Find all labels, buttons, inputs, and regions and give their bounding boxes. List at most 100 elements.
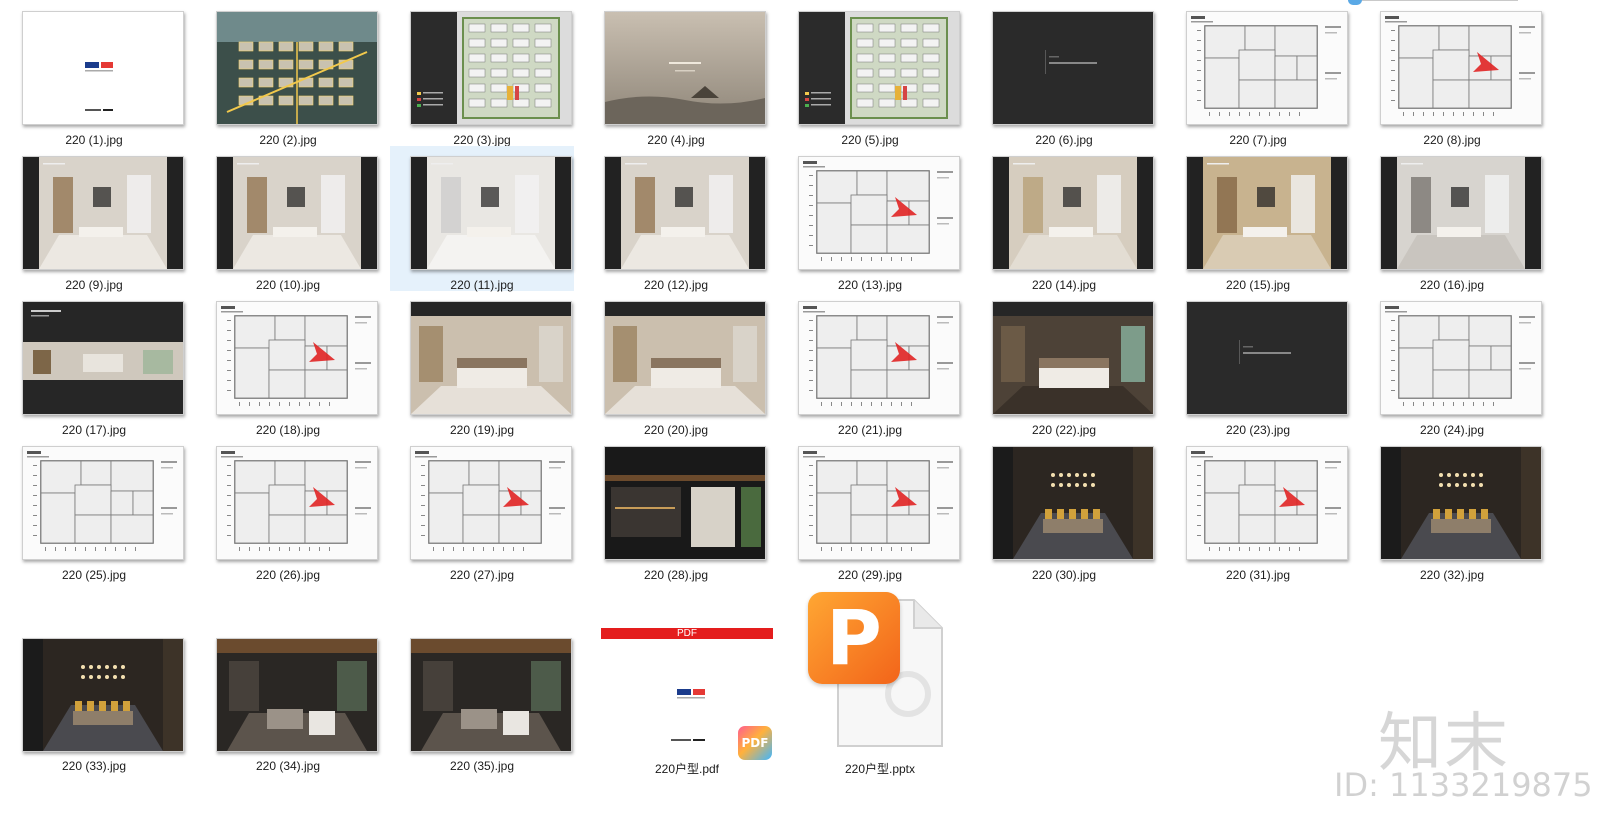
file-name: 220 (9).jpg <box>65 278 123 292</box>
file-name: 220 (20).jpg <box>643 423 709 437</box>
file-item[interactable]: 220 (20).jpg <box>584 291 768 437</box>
file-name: 220 (6).jpg <box>1035 133 1093 147</box>
file-name: 220 (2).jpg <box>259 133 317 147</box>
file-item[interactable]: 220 (9).jpg <box>2 146 186 292</box>
file-item[interactable]: P 220户型.pptx <box>790 592 970 780</box>
file-item[interactable]: 220 (13).jpg <box>778 146 962 292</box>
file-item[interactable]: 220 (21).jpg <box>778 291 962 437</box>
file-name: 220 (29).jpg <box>837 568 903 582</box>
file-thumbnail <box>216 301 378 415</box>
file-thumbnail <box>992 156 1154 270</box>
file-thumbnail <box>992 11 1154 125</box>
pdf-header-bar: PDF <box>601 628 773 639</box>
file-item[interactable]: 220 (12).jpg <box>584 146 768 292</box>
file-name: 220 (10).jpg <box>255 278 321 292</box>
file-thumbnail <box>798 156 960 270</box>
file-thumbnail <box>604 301 766 415</box>
file-name: 220 (14).jpg <box>1031 278 1097 292</box>
file-thumbnail <box>216 156 378 270</box>
file-thumbnail <box>798 301 960 415</box>
file-item[interactable]: 220 (8).jpg <box>1360 1 1544 147</box>
file-thumbnail <box>1380 11 1542 125</box>
file-name: 220 (25).jpg <box>61 568 127 582</box>
file-thumbnail <box>1186 156 1348 270</box>
file-grid: 220 (1).jpg 220 (2).jpg 220 (3).jpg 220 (4)… <box>0 0 1600 840</box>
file-name: 220 (32).jpg <box>1419 568 1485 582</box>
file-name: 220 (18).jpg <box>255 423 321 437</box>
file-name: 220 (3).jpg <box>453 133 511 147</box>
file-thumbnail <box>798 11 960 125</box>
file-item[interactable]: 220 (19).jpg <box>390 291 574 437</box>
file-item[interactable]: 220 (23).jpg <box>1166 291 1350 437</box>
file-name: 220户型.pptx <box>844 762 916 776</box>
file-item[interactable]: 220 (27).jpg <box>390 436 574 582</box>
file-item[interactable]: 220 (5).jpg <box>778 1 962 147</box>
file-item[interactable]: 220 (4).jpg <box>584 1 768 147</box>
file-thumbnail <box>1380 156 1542 270</box>
file-thumbnail <box>410 301 572 415</box>
file-item[interactable]: 220 (6).jpg <box>972 1 1156 147</box>
file-name: 220 (7).jpg <box>1229 133 1287 147</box>
file-thumbnail <box>1380 301 1542 415</box>
file-name: 220 (35).jpg <box>449 759 515 773</box>
file-name: 220 (31).jpg <box>1225 568 1291 582</box>
file-name: 220 (27).jpg <box>449 568 515 582</box>
file-name: 220 (5).jpg <box>841 133 899 147</box>
file-thumbnail <box>216 638 378 752</box>
file-item[interactable]: 220 (35).jpg <box>390 628 574 780</box>
file-thumbnail <box>992 446 1154 560</box>
file-item[interactable]: 220 (10).jpg <box>196 146 380 292</box>
file-thumbnail <box>410 446 572 560</box>
file-thumbnail <box>22 11 184 125</box>
file-name: 220 (24).jpg <box>1419 423 1485 437</box>
file-item[interactable]: 220 (28).jpg <box>584 436 768 582</box>
file-name: 220 (26).jpg <box>255 568 321 582</box>
file-item[interactable]: 220 (17).jpg <box>2 291 186 437</box>
file-thumbnail <box>1186 446 1348 560</box>
file-thumbnail <box>1186 301 1348 415</box>
file-name: 220 (16).jpg <box>1419 278 1485 292</box>
file-item[interactable]: 220 (33).jpg <box>2 628 186 780</box>
file-item[interactable]: 220 (26).jpg <box>196 436 380 582</box>
file-thumbnail <box>216 11 378 125</box>
file-name: 220 (30).jpg <box>1031 568 1097 582</box>
powerpoint-icon: P <box>808 592 900 684</box>
file-name: 220户型.pdf <box>654 762 720 776</box>
file-thumbnail <box>216 446 378 560</box>
file-item[interactable]: 220 (7).jpg <box>1166 1 1350 147</box>
file-thumbnail <box>604 446 766 560</box>
file-item[interactable]: 220 (2).jpg <box>196 1 380 147</box>
file-item[interactable]: 220 (22).jpg <box>972 291 1156 437</box>
file-item[interactable]: 220 (3).jpg <box>390 1 574 147</box>
top-scroll-edge <box>1348 0 1518 5</box>
file-item[interactable]: 220 (14).jpg <box>972 146 1156 292</box>
file-item[interactable]: 220 (15).jpg <box>1166 146 1350 292</box>
file-name: 220 (13).jpg <box>837 278 903 292</box>
file-item[interactable]: 220 (24).jpg <box>1360 291 1544 437</box>
file-thumbnail <box>604 11 766 125</box>
pdf-app-icon: PDF <box>738 726 772 760</box>
file-thumbnail <box>410 156 572 270</box>
file-thumbnail <box>992 301 1154 415</box>
file-item[interactable]: 220 (29).jpg <box>778 436 962 582</box>
watermark-id: ID: 1133219875 <box>1334 766 1593 804</box>
file-item[interactable]: 220 (34).jpg <box>196 628 380 780</box>
file-item[interactable]: 220 (11).jpg <box>390 146 574 292</box>
file-item[interactable]: 220 (32).jpg <box>1360 436 1544 582</box>
file-item[interactable]: 220 (25).jpg <box>2 436 186 582</box>
file-item[interactable]: PDF PDF 220户型.pdf <box>590 620 784 780</box>
file-name: 220 (28).jpg <box>643 568 709 582</box>
file-item[interactable]: 220 (16).jpg <box>1360 146 1544 292</box>
file-name: 220 (19).jpg <box>449 423 515 437</box>
file-thumbnail <box>22 446 184 560</box>
file-name: 220 (17).jpg <box>61 423 127 437</box>
file-item[interactable]: 220 (30).jpg <box>972 436 1156 582</box>
file-name: 220 (8).jpg <box>1423 133 1481 147</box>
file-name: 220 (23).jpg <box>1225 423 1291 437</box>
file-thumbnail <box>1186 11 1348 125</box>
file-item[interactable]: 220 (31).jpg <box>1166 436 1350 582</box>
file-thumbnail <box>1380 446 1542 560</box>
file-item[interactable]: 220 (1).jpg <box>2 1 186 147</box>
file-item[interactable]: 220 (18).jpg <box>196 291 380 437</box>
file-name: 220 (12).jpg <box>643 278 709 292</box>
